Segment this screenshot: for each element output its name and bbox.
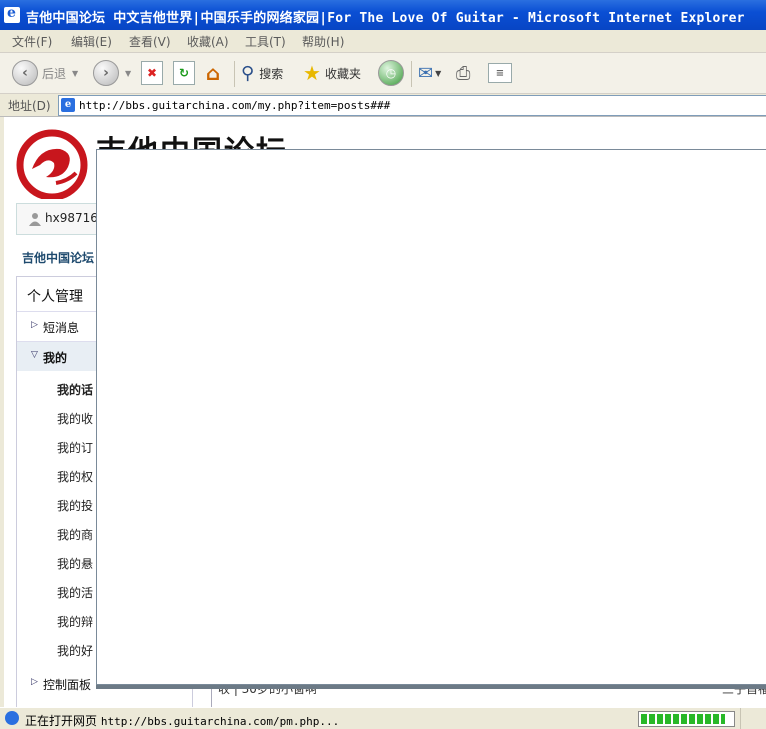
sub-item[interactable]: 我的悬 <box>57 555 93 572</box>
forward-dropdown-icon[interactable]: ▼ <box>125 69 131 78</box>
sidebar-item-label: 控制面板 <box>43 678 92 692</box>
ie-icon <box>4 5 20 23</box>
back-dropdown-icon[interactable]: ▼ <box>72 69 78 78</box>
sidebar-item-label: 短消息 <box>43 321 80 335</box>
page-viewport: 吉他中国论坛 hx98716 吉他中国论坛 个人管理 ▷ 短消息 ▽ 我的 我的… <box>0 117 766 707</box>
toolbar-separator <box>411 61 412 87</box>
sub-item[interactable]: 我的订 <box>57 439 93 456</box>
stop-button[interactable]: ✖ <box>141 59 163 87</box>
collapse-arrow-icon: ▽ <box>31 350 38 360</box>
panel-title: 个人管理 <box>27 289 83 305</box>
status-message: 正在打开网页 <box>25 714 98 728</box>
mail-button[interactable]: ✉ ▼ <box>418 59 441 87</box>
address-bar: 地址(D) e http://bbs.guitarchina.com/my.ph… <box>0 94 766 117</box>
menu-edit[interactable]: 编辑(E) <box>71 33 112 50</box>
printer-icon: ⎙ <box>456 62 471 84</box>
window-title-bar[interactable]: 吉他中国论坛 中文吉他世界|中国乐手的网络家园|For The Love Of … <box>0 0 766 30</box>
menu-view[interactable]: 查看(V) <box>129 33 171 50</box>
refresh-icon: ↻ <box>173 61 195 85</box>
window-title: 吉他中国论坛 中文吉他世界|中国乐手的网络家园|For The Love Of … <box>26 11 745 26</box>
menu-tools[interactable]: 工具(T) <box>245 33 286 50</box>
address-url: http://bbs.guitarchina.com/my.php?item=p… <box>79 99 391 112</box>
progress-fill <box>641 714 725 724</box>
sub-item[interactable]: 我的投 <box>57 497 93 514</box>
expand-arrow-icon: ▷ <box>31 677 38 687</box>
edit-button[interactable]: ≡ <box>488 59 512 87</box>
status-bar: 正在打开网页 http://bbs.guitarchina.com/pm.php… <box>0 707 766 729</box>
sub-item[interactable]: 我的好 <box>57 642 93 659</box>
sub-item[interactable]: 我的话 <box>57 381 93 398</box>
user-icon <box>29 213 41 226</box>
mail-icon: ✉ <box>418 62 434 84</box>
home-button[interactable]: ⌂ <box>203 59 223 87</box>
edit-page-icon: ≡ <box>488 63 512 83</box>
address-label: 地址(D) <box>8 99 51 113</box>
status-separator <box>740 708 741 729</box>
refresh-button[interactable]: ↻ <box>173 59 195 87</box>
search-label: 搜索 <box>259 66 284 81</box>
forward-button[interactable]: › ▼ <box>93 59 131 87</box>
sub-item[interactable]: 我的商 <box>57 526 93 543</box>
favorites-button[interactable]: ★ 收藏夹 <box>303 59 361 87</box>
status-url: http://bbs.guitarchina.com/pm.php... <box>100 715 340 728</box>
page-icon: e <box>61 98 75 112</box>
print-button[interactable]: ⎙ <box>456 59 470 87</box>
menu-file[interactable]: 文件(F) <box>12 33 52 50</box>
home-icon: ⌂ <box>205 61 221 85</box>
history-icon: ◷ <box>378 60 404 86</box>
loading-globe-icon <box>5 711 19 725</box>
dragon-logo-icon <box>16 129 88 199</box>
stop-icon: ✖ <box>141 61 163 85</box>
menu-favorites[interactable]: 收藏(A) <box>187 33 229 50</box>
back-label: 后退 <box>42 66 67 81</box>
back-button[interactable]: ‹ 后退 ▼ <box>12 59 78 87</box>
progress-bar <box>638 711 735 727</box>
forward-arrow-icon: › <box>93 60 119 86</box>
expand-arrow-icon: ▷ <box>31 320 38 330</box>
toolbar-separator <box>234 61 235 87</box>
loading-popup <box>96 149 766 685</box>
username[interactable]: hx98716 <box>45 211 98 225</box>
sidebar-item-label: 我的 <box>43 351 68 365</box>
back-arrow-icon: ‹ <box>12 60 38 86</box>
mail-dropdown-icon[interactable]: ▼ <box>435 69 441 78</box>
sub-item[interactable]: 我的权 <box>57 468 93 485</box>
sub-item[interactable]: 我的辩 <box>57 613 93 630</box>
address-input[interactable]: e http://bbs.guitarchina.com/my.php?item… <box>58 95 766 116</box>
search-button[interactable]: ⚲ 搜索 <box>241 59 283 87</box>
menu-help[interactable]: 帮助(H) <box>302 33 344 50</box>
favorites-label: 收藏夹 <box>324 66 361 81</box>
status-text: 正在打开网页 http://bbs.guitarchina.com/pm.php… <box>25 712 339 729</box>
menu-bar: 文件(F) 编辑(E) 查看(V) 收藏(A) 工具(T) 帮助(H) <box>0 30 766 53</box>
toolbar: ‹ 后退 ▼ › ▼ ✖ ↻ ⌂ ⚲ 搜索 ★ 收藏夹 ◷ ✉ ▼ ⎙ ≡ <box>0 53 766 94</box>
sub-item[interactable]: 我的收 <box>57 410 93 427</box>
sub-item[interactable]: 我的活 <box>57 584 93 601</box>
breadcrumb[interactable]: 吉他中国论坛 <box>22 249 94 266</box>
history-button[interactable]: ◷ <box>378 59 404 87</box>
star-icon: ★ <box>303 61 321 85</box>
search-icon: ⚲ <box>241 62 255 84</box>
